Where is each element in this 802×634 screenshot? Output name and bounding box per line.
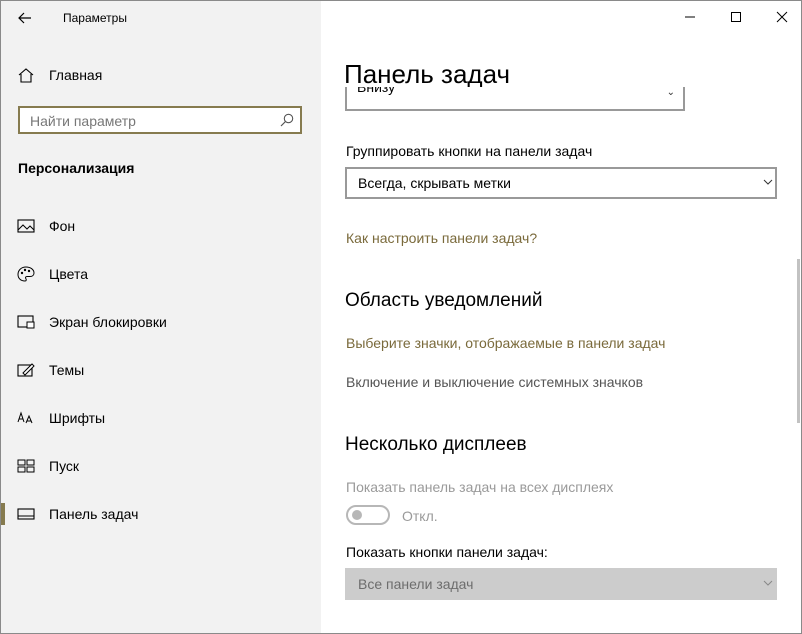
maximize-icon bbox=[731, 12, 741, 22]
group-buttons-dropdown[interactable]: Всегда, скрывать метки bbox=[345, 167, 777, 199]
palette-icon bbox=[17, 266, 35, 282]
show-buttons-dropdown[interactable]: Все панели задач bbox=[345, 568, 777, 600]
picture-icon bbox=[17, 219, 35, 233]
sidebar-item-label: Пуск bbox=[49, 458, 80, 474]
back-button[interactable] bbox=[9, 5, 41, 31]
maximize-button[interactable] bbox=[713, 1, 759, 33]
sidebar-item-label: Фон bbox=[49, 218, 76, 234]
sidebar-item-fonts[interactable]: Шрифты bbox=[1, 399, 321, 439]
themes-icon bbox=[17, 363, 35, 377]
content-pane: Панель задач Внизу ⌄ Группировать кнопки… bbox=[321, 1, 801, 633]
sidebar-item-label: Экран блокировки bbox=[49, 314, 167, 330]
sidebar-item-lock-screen[interactable]: Экран блокировки bbox=[1, 303, 321, 343]
taskbar-position-dropdown[interactable]: Внизу ⌄ bbox=[345, 87, 685, 111]
fonts-icon bbox=[17, 411, 33, 424]
sidebar-item-background[interactable]: Фон bbox=[1, 207, 321, 247]
show-taskbar-all-displays-label: Показать панель задач на всех дисплеях bbox=[346, 479, 614, 495]
group-buttons-value: Всегда, скрывать метки bbox=[358, 175, 511, 191]
page-title: Панель задач bbox=[344, 59, 511, 89]
toggle-knob bbox=[352, 510, 362, 520]
multiple-displays-heading: Несколько дисплеев bbox=[345, 434, 527, 455]
vertical-scrollbar[interactable] bbox=[797, 259, 800, 423]
section-title: Персонализация bbox=[18, 160, 135, 176]
system-icons-link[interactable]: Включение и выключение системных значков bbox=[346, 374, 643, 390]
chevron-down-icon bbox=[763, 179, 773, 185]
group-buttons-label: Группировать кнопки на панели задач bbox=[346, 143, 593, 159]
taskbar-icon bbox=[17, 508, 35, 520]
search-input[interactable]: Найти параметр bbox=[18, 106, 302, 134]
chevron-down-icon bbox=[763, 580, 773, 586]
sidebar-item-themes[interactable]: Темы bbox=[1, 351, 321, 391]
sidebar-item-start[interactable]: Пуск bbox=[1, 447, 321, 487]
show-buttons-value: Все панели задач bbox=[358, 576, 474, 592]
home-icon bbox=[18, 68, 34, 83]
notification-area-heading: Область уведомлений bbox=[345, 290, 543, 311]
sidebar-item-label: Цвета bbox=[49, 266, 88, 282]
back-arrow-icon bbox=[18, 12, 31, 24]
sidebar-item-label: Шрифты bbox=[49, 410, 106, 426]
show-buttons-label: Показать кнопки панели задач: bbox=[346, 544, 548, 560]
minimize-button[interactable] bbox=[667, 1, 713, 33]
close-button[interactable] bbox=[759, 1, 801, 33]
nav-home-label: Главная bbox=[49, 67, 103, 83]
taskbar-position-value: Внизу bbox=[357, 87, 396, 95]
select-icons-link[interactable]: Выберите значки, отображаемые в панели з… bbox=[346, 335, 665, 351]
sidebar-item-taskbar[interactable]: Панель задач bbox=[1, 495, 321, 535]
minimize-icon bbox=[685, 16, 695, 18]
search-placeholder: Найти параметр bbox=[30, 113, 136, 129]
lock-screen-icon bbox=[17, 315, 35, 329]
search-icon bbox=[280, 113, 294, 127]
howto-link[interactable]: Как настроить панели задач? bbox=[346, 230, 537, 246]
nav-home[interactable]: Главная bbox=[1, 59, 321, 91]
app-title: Параметры bbox=[63, 11, 127, 25]
sidebar: Параметры Главная Найти параметр Персона… bbox=[1, 1, 321, 633]
start-icon bbox=[17, 459, 35, 473]
settings-window: Параметры Главная Найти параметр Персона… bbox=[0, 0, 802, 634]
show-taskbar-all-displays-toggle[interactable] bbox=[346, 505, 390, 525]
close-icon bbox=[776, 11, 788, 23]
toggle-state-text: Откл. bbox=[402, 508, 438, 524]
sidebar-item-colors[interactable]: Цвета bbox=[1, 255, 321, 295]
sidebar-item-label: Темы bbox=[49, 362, 85, 378]
title-bar-left: Параметры bbox=[1, 1, 321, 35]
chevron-down-icon: ⌄ bbox=[666, 87, 675, 98]
sidebar-item-label: Панель задач bbox=[49, 506, 139, 522]
